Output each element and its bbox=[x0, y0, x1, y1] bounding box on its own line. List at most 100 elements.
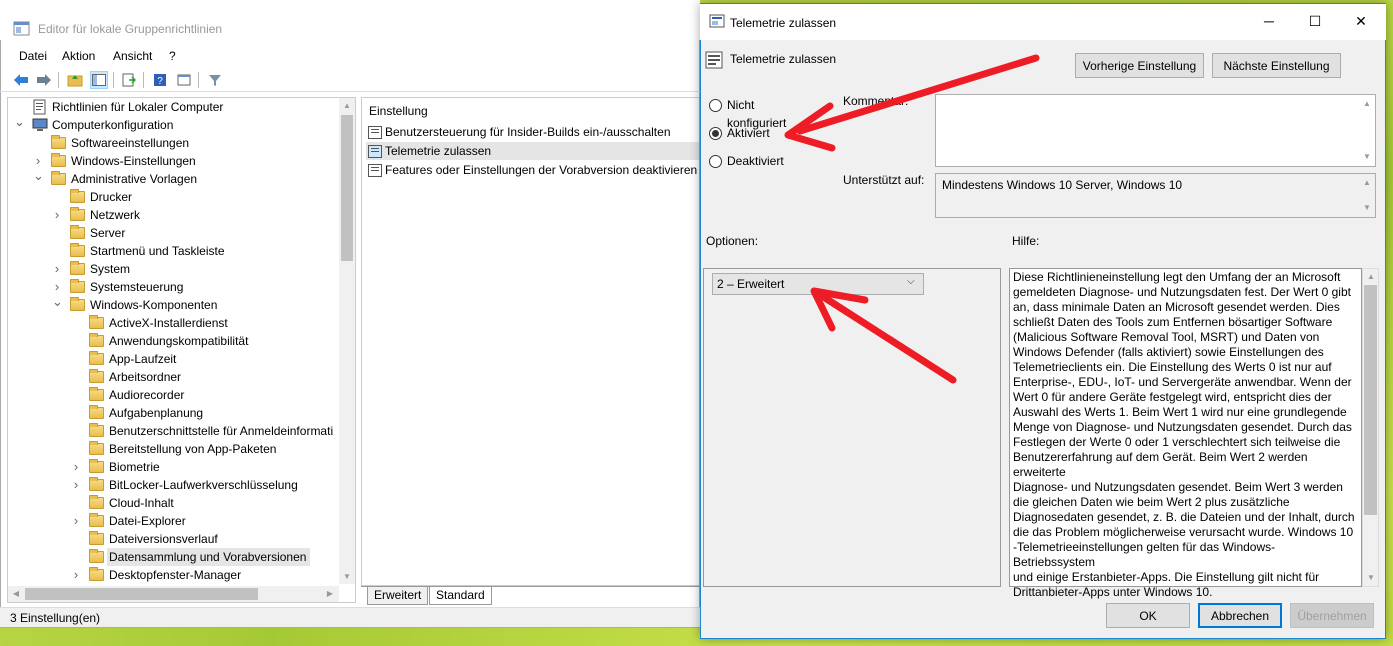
toolbar-separator bbox=[113, 72, 114, 88]
dialog-title: Telemetrie zulassen bbox=[730, 16, 837, 30]
tree-item[interactable]: Systemsteuerung bbox=[90, 278, 187, 296]
expanded-chevron-icon[interactable]: ⌄ bbox=[52, 295, 63, 314]
tree-item[interactable]: Administrative Vorlagen bbox=[71, 170, 201, 188]
scroll-right-icon[interactable]: ▶ bbox=[324, 588, 336, 600]
collapsed-chevron-icon[interactable]: › bbox=[52, 260, 62, 278]
list-column-header[interactable]: Einstellung bbox=[369, 104, 428, 118]
radio-button[interactable] bbox=[709, 99, 722, 112]
export-list-icon[interactable] bbox=[120, 71, 138, 89]
list-item-selected[interactable]: Telemetrie zulassen bbox=[366, 142, 699, 160]
scroll-down-icon[interactable]: ▼ bbox=[1365, 572, 1377, 584]
folder-icon bbox=[70, 278, 86, 296]
previous-setting-button[interactable]: Vorherige Einstellung bbox=[1075, 53, 1204, 78]
tree-item[interactable]: Arbeitsordner bbox=[109, 368, 185, 386]
options-panel bbox=[703, 268, 1001, 587]
tree-item[interactable]: ActiveX-Installerdienst bbox=[109, 314, 232, 332]
folder-icon bbox=[89, 440, 105, 458]
folder-icon bbox=[89, 548, 105, 566]
forward-arrow-icon[interactable] bbox=[35, 71, 53, 89]
tree-item[interactable]: Windows-Komponenten bbox=[90, 296, 221, 314]
scroll-down-icon[interactable]: ▼ bbox=[341, 571, 353, 583]
folder-icon bbox=[89, 386, 105, 404]
menu-datei[interactable]: Datei bbox=[19, 49, 47, 63]
scroll-left-icon[interactable]: ◀ bbox=[10, 588, 22, 600]
chevron-down-icon[interactable]: ⌵ bbox=[907, 276, 915, 287]
back-arrow-icon[interactable] bbox=[12, 71, 30, 89]
tree-item[interactable]: Desktopfenster-Manager bbox=[109, 566, 245, 584]
collapsed-chevron-icon[interactable]: › bbox=[71, 458, 81, 476]
tab-standard[interactable]: Standard bbox=[429, 587, 492, 605]
list-item[interactable]: Features oder Einstellungen der Vorabver… bbox=[366, 161, 699, 179]
folder-icon bbox=[89, 494, 105, 512]
scroll-up-icon[interactable]: ▲ bbox=[341, 100, 353, 112]
tree-item[interactable]: App-Laufzeit bbox=[109, 350, 180, 368]
computer-icon bbox=[32, 116, 48, 134]
tree-item[interactable]: Bereitstellung von App-Paketen bbox=[109, 440, 280, 458]
cancel-button[interactable]: Abbrechen bbox=[1198, 603, 1282, 628]
scroll-up-icon[interactable]: ▲ bbox=[1361, 177, 1373, 189]
folder-icon bbox=[89, 350, 105, 368]
tree-item[interactable]: Audiorecorder bbox=[109, 386, 188, 404]
menu-ansicht[interactable]: Ansicht bbox=[113, 49, 152, 63]
ok-button[interactable]: OK bbox=[1106, 603, 1190, 628]
tree-item[interactable]: Richtlinien für Lokaler Computer bbox=[52, 98, 227, 116]
tree-item[interactable]: BitLocker-Laufwerkverschlüsselung bbox=[109, 476, 302, 494]
policy-setting-icon bbox=[368, 126, 382, 139]
collapsed-chevron-icon[interactable]: › bbox=[71, 566, 81, 584]
help-icon[interactable]: ? bbox=[151, 71, 169, 89]
tree-item[interactable]: Anwendungskompatibilität bbox=[109, 332, 252, 350]
folder-icon bbox=[70, 260, 86, 278]
svg-text:?: ? bbox=[157, 76, 163, 87]
scroll-down-icon[interactable]: ▼ bbox=[1361, 202, 1373, 214]
tree-item[interactable]: Dateiversionsverlauf bbox=[109, 530, 222, 548]
scroll-up-icon[interactable]: ▲ bbox=[1361, 98, 1373, 110]
tree-item[interactable]: Datei-Explorer bbox=[109, 512, 190, 530]
collapsed-chevron-icon[interactable]: › bbox=[71, 476, 81, 494]
folder-icon bbox=[89, 458, 105, 476]
tree-item-selected[interactable]: Datensammlung und Vorabversionen bbox=[107, 548, 311, 566]
tree-item[interactable]: Netzwerk bbox=[90, 206, 144, 224]
maximize-icon[interactable]: ☐ bbox=[1292, 6, 1338, 36]
menu-help[interactable]: ? bbox=[169, 49, 176, 63]
expanded-chevron-icon[interactable]: ⌄ bbox=[14, 115, 25, 134]
minimize-icon[interactable]: ─ bbox=[1246, 6, 1292, 36]
tree-item[interactable]: Softwareeinstellungen bbox=[71, 134, 193, 152]
menu-aktion[interactable]: Aktion bbox=[62, 49, 95, 63]
list-item[interactable]: Benutzersteuerung für Insider-Builds ein… bbox=[366, 123, 699, 141]
expanded-chevron-icon[interactable]: ⌄ bbox=[33, 169, 44, 188]
collapsed-chevron-icon[interactable]: › bbox=[52, 206, 62, 224]
folder-icon bbox=[89, 314, 105, 332]
scroll-up-icon[interactable]: ▲ bbox=[1365, 271, 1377, 283]
tree-item[interactable]: System bbox=[90, 260, 134, 278]
tree-horizontal-scroll-thumb[interactable] bbox=[25, 588, 258, 600]
next-setting-button[interactable]: Nächste Einstellung bbox=[1212, 53, 1341, 78]
tree-item[interactable]: Cloud-Inhalt bbox=[109, 494, 178, 512]
radio-button-checked[interactable] bbox=[709, 127, 722, 140]
comment-textbox[interactable]: ▲ ▼ bbox=[935, 94, 1376, 167]
tree-item[interactable]: Aufgabenplanung bbox=[109, 404, 207, 422]
filter-icon[interactable] bbox=[206, 71, 224, 89]
collapsed-chevron-icon[interactable]: › bbox=[71, 512, 81, 530]
apply-button[interactable]: Übernehmen bbox=[1290, 603, 1374, 628]
tree-item[interactable]: Benutzerschnittstelle für Anmeldeinforma… bbox=[109, 422, 337, 440]
properties-icon[interactable] bbox=[175, 71, 193, 89]
folder-icon bbox=[70, 206, 86, 224]
tree-item[interactable]: Server bbox=[90, 224, 129, 242]
dialog-app-icon bbox=[709, 14, 725, 28]
help-scroll-thumb[interactable] bbox=[1364, 285, 1377, 515]
close-icon[interactable]: ✕ bbox=[1338, 6, 1384, 36]
tree-vertical-scroll-thumb[interactable] bbox=[341, 115, 353, 261]
scroll-down-icon[interactable]: ▼ bbox=[1361, 151, 1373, 163]
show-hide-tree-icon[interactable] bbox=[90, 71, 108, 89]
radio-button[interactable] bbox=[709, 155, 722, 168]
tree-item[interactable]: Computerkonfiguration bbox=[52, 116, 177, 134]
up-folder-icon[interactable] bbox=[66, 71, 84, 89]
tree-item[interactable]: Startmenü und Taskleiste bbox=[90, 242, 229, 260]
gpedit-title: Editor für lokale Gruppenrichtlinien bbox=[38, 22, 223, 36]
tab-erweitert[interactable]: Erweitert bbox=[367, 587, 429, 605]
tree-item[interactable]: Drucker bbox=[90, 188, 136, 206]
tree-item[interactable]: Windows-Einstellungen bbox=[71, 152, 200, 170]
help-text: Diese Richtlinieneinstellung legt den Um… bbox=[1013, 270, 1355, 599]
tree-item[interactable]: Biometrie bbox=[109, 458, 164, 476]
menubar: Datei Aktion Ansicht ? bbox=[0, 46, 700, 66]
